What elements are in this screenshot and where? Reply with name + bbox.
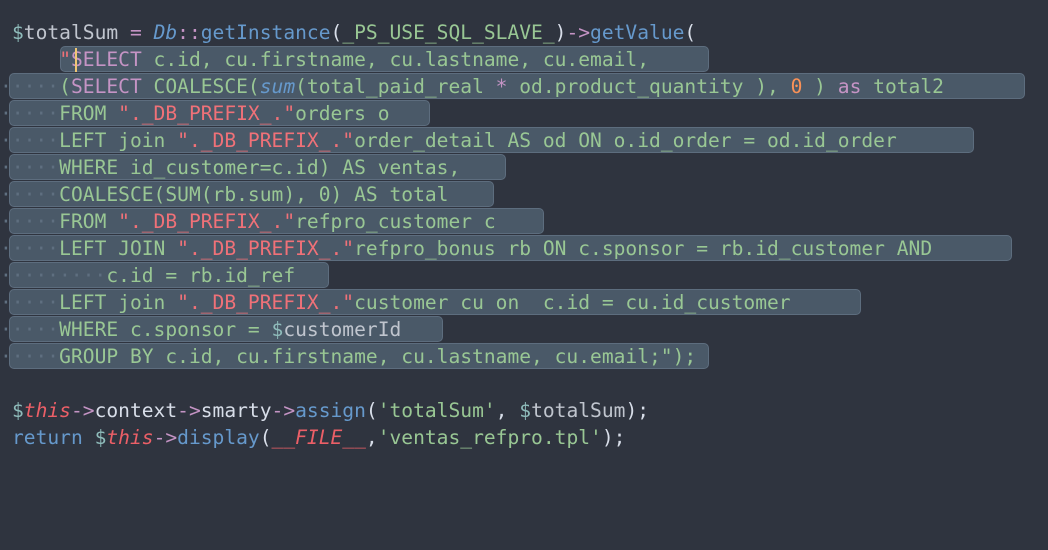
code-line[interactable]: return $this->display(__FILE__,'ventas_r… xyxy=(12,424,625,451)
code-line[interactable]: LEFT join "._DB_PREFIX_."order_detail AS… xyxy=(12,127,897,154)
code-editor[interactable]: ····· ····· ····· ····· ····· ····· ····· ·····… xyxy=(0,0,1048,550)
code-line[interactable]: (SELECT COALESCE(sum(total_paid_real * o… xyxy=(12,73,944,100)
code-line[interactable]: GROUP BY c.id, cu.firstname, cu.lastname… xyxy=(12,343,696,370)
code-line[interactable]: c.id = rb.id_ref xyxy=(12,262,295,289)
code-line[interactable]: LEFT join "._DB_PREFIX_."customer cu on … xyxy=(12,289,790,316)
code-line[interactable]: COALESCE(SUM(rb.sum), 0) AS total xyxy=(12,181,448,208)
code-line[interactable]: WHERE c.sponsor = $customerId xyxy=(12,316,401,343)
code-line[interactable]: LEFT JOIN "._DB_PREFIX_."refpro_bonus rb… xyxy=(12,235,932,262)
code-line[interactable]: FROM "._DB_PREFIX_."refpro_customer c xyxy=(12,208,496,235)
code-line[interactable]: $totalSum = Db::getInstance(_PS_USE_SQL_… xyxy=(12,19,696,46)
code-line[interactable]: $this->context->smarty->assign('totalSum… xyxy=(12,397,649,424)
code-line[interactable]: WHERE id_customer=c.id) AS ventas, xyxy=(12,154,460,181)
code-line[interactable]: FROM "._DB_PREFIX_."orders o xyxy=(12,100,389,127)
text-caret xyxy=(75,48,78,72)
code-line[interactable]: "SELECT c.id, cu.firstname, cu.lastname,… xyxy=(12,46,649,73)
